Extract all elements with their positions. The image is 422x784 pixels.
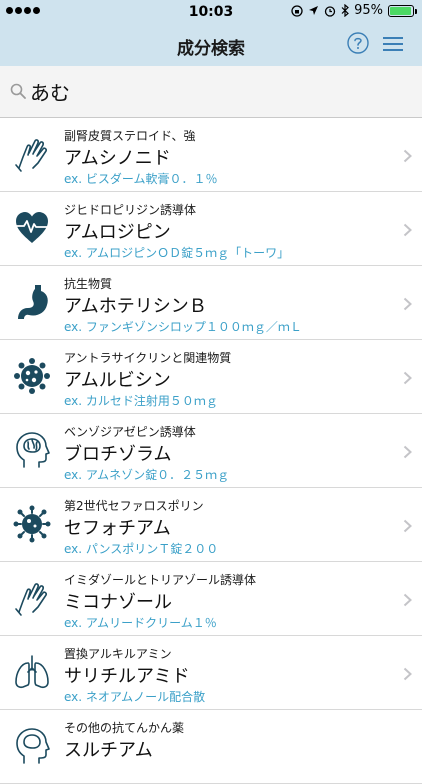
brain-head-icon (16, 432, 50, 468)
ingredient-name: アムホテリシンＢ (64, 296, 207, 317)
lungs-icon (15, 655, 49, 689)
chevron-right-icon (403, 297, 412, 311)
list-item[interactable]: ベンゾジアゼピン誘導体 ブロチゾラム ex. アムネゾン錠０．２５ｍｇ (0, 414, 422, 488)
chevron-right-icon (403, 223, 412, 237)
example-product: ex. ネオアムノール配合散 (64, 690, 206, 704)
virus-icon (13, 505, 51, 543)
category-label: イミダゾールとトリアゾール誘導体 (64, 573, 257, 587)
chevron-right-icon (403, 593, 412, 607)
glove-hand-icon (15, 139, 47, 172)
cancer-cell-icon (14, 358, 50, 394)
heart-pulse-icon (16, 212, 48, 243)
example-product: ex. ファンギゾンシロップ１００ｍｇ／ｍＬ (64, 320, 302, 334)
category-label: ベンゾジアゼピン誘導体 (64, 425, 196, 439)
chevron-right-icon (403, 149, 412, 163)
example-product: ex. パンスポリンＴ錠２００ (64, 542, 219, 556)
bluetooth-icon (341, 4, 349, 17)
battery-percent: 95% (354, 3, 383, 18)
example-product: ex. カルセド注射用５０ｍｇ (64, 394, 218, 408)
list-item[interactable]: 第2世代セファロスポリン セフォチアム ex. パンスポリンＴ錠２００ (0, 488, 422, 562)
rotation-lock-icon (291, 4, 303, 17)
example-product: ex. アムリードクリーム１％ (64, 616, 217, 630)
stomach-icon (18, 285, 48, 319)
alarm-icon (324, 5, 336, 17)
result-list: 副腎皮質ステロイド、強 アムシノニド ex. ビスダーム軟膏０．１％ ジヒドロピ… (0, 118, 422, 784)
hamburger-menu-icon[interactable] (383, 36, 403, 52)
category-label: 置換アルキルアミン (64, 647, 172, 661)
category-label: 第2世代セファロスポリン (64, 499, 204, 513)
ingredient-name: スルチアム (64, 740, 153, 761)
glove-hand-icon (15, 583, 47, 616)
category-label: その他の抗てんかん薬 (64, 721, 185, 735)
ingredient-name: アムシノニド (64, 148, 171, 169)
chevron-right-icon (403, 519, 412, 533)
location-icon (309, 6, 319, 15)
brain-head-icon (16, 728, 50, 764)
list-item[interactable]: 副腎皮質ステロイド、強 アムシノニド ex. ビスダーム軟膏０．１％ (0, 118, 422, 192)
category-label: 副腎皮質ステロイド、強 (64, 129, 196, 143)
chevron-right-icon (403, 445, 412, 459)
list-item[interactable]: ジヒドロピリジン誘導体 アムロジピン ex. アムロジピンＯＤ錠５ｍｇ「トーワ」 (0, 192, 422, 266)
example-product: ex. アムネゾン錠０．２５ｍｇ (64, 468, 230, 482)
nav-bar: 成分検索 (0, 24, 422, 66)
help-question-icon[interactable] (347, 32, 369, 54)
search-input[interactable] (30, 76, 410, 106)
ingredient-name: ミコナゾール (64, 592, 172, 613)
list-item[interactable]: 置換アルキルアミン サリチルアミド ex. ネオアムノール配合散 (0, 636, 422, 710)
ingredient-name: セフォチアム (64, 518, 171, 539)
chevron-right-icon (403, 667, 412, 681)
battery-icon (388, 4, 417, 17)
ingredient-name: アムルビシン (64, 370, 171, 391)
search-icon (10, 83, 26, 99)
ingredient-name: サリチルアミド (64, 666, 190, 687)
list-item[interactable]: イミダゾールとトリアゾール誘導体 ミコナゾール ex. アムリードクリーム１％ (0, 562, 422, 636)
status-right: 95% (291, 3, 417, 18)
category-label: ジヒドロピリジン誘導体 (64, 203, 197, 217)
battery-fill (390, 6, 411, 15)
list-item[interactable]: その他の抗てんかん薬 スルチアム (0, 710, 422, 784)
example-product: ex. ビスダーム軟膏０．１％ (64, 172, 218, 186)
category-label: 抗生物質 (64, 277, 113, 291)
list-item[interactable]: 抗生物質 アムホテリシンＢ ex. ファンギゾンシロップ１００ｍｇ／ｍＬ (0, 266, 422, 340)
search-bar (0, 66, 422, 118)
example-product: ex. アムロジピンＯＤ錠５ｍｇ「トーワ」 (64, 246, 290, 260)
ingredient-name: ブロチゾラム (64, 444, 172, 465)
status-bar: 10:03 95% (0, 0, 422, 24)
chevron-right-icon (403, 371, 412, 385)
list-item[interactable]: アントラサイクリンと関連物質 アムルビシン ex. カルセド注射用５０ｍｇ (0, 340, 422, 414)
ingredient-name: アムロジピン (64, 222, 171, 243)
category-label: アントラサイクリンと関連物質 (64, 351, 232, 365)
